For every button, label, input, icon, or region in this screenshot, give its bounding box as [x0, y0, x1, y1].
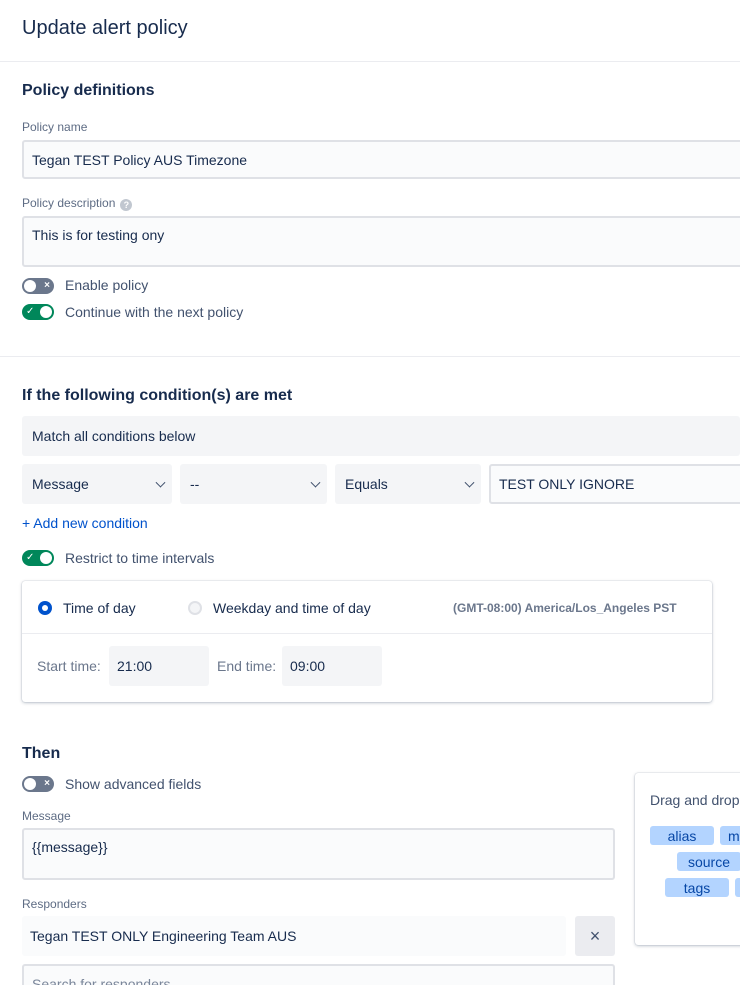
timezone-label: (GMT-08:00) America/Los_Angeles PST	[453, 601, 677, 615]
then-title: Then	[22, 745, 61, 762]
policy-description-value: This is for testing ony	[32, 227, 165, 243]
placeholder-chip-alias[interactable]: alias	[650, 826, 714, 845]
end-time-value: 09:00	[290, 658, 326, 674]
responders-label: Responders	[22, 897, 87, 911]
drag-drop-title: Drag and drop	[650, 792, 740, 808]
placeholder-chip-extra[interactable]	[735, 878, 740, 897]
show-advanced-fields-label: Show advanced fields	[65, 776, 202, 792]
match-mode-value: Match all conditions below	[32, 428, 196, 444]
chevron-down-icon	[310, 477, 321, 488]
restrict-time-toggle[interactable]: ✓	[22, 550, 54, 566]
condition-operator-select[interactable]: Equals	[335, 464, 481, 504]
toggle-on-check-icon: ✓	[26, 552, 35, 563]
continue-next-policy-label: Continue with the next policy	[65, 304, 244, 320]
placeholder-chip-message[interactable]: m	[720, 826, 740, 845]
toggle-knob	[24, 280, 36, 292]
policy-name-value: Tegan TEST Policy AUS Timezone	[32, 151, 248, 168]
start-time-label: Start time:	[37, 658, 101, 674]
condition-not-select[interactable]: --	[180, 464, 327, 504]
toggle-off-cross-icon: ×	[44, 280, 50, 291]
time-interval-card: Time of day Weekday and time of day (GMT…	[22, 581, 712, 702]
condition-value-text: TEST ONLY IGNORE	[499, 476, 635, 492]
add-new-condition-link[interactable]: + Add new condition	[22, 515, 148, 531]
time-of-day-radio[interactable]	[38, 601, 52, 615]
policy-description-textarea[interactable]: This is for testing ony	[22, 216, 740, 267]
show-advanced-fields-toggle[interactable]: ×	[22, 776, 54, 792]
continue-next-policy-toggle[interactable]: ✓	[22, 304, 54, 320]
placeholder-chip-tags[interactable]: tags	[665, 878, 729, 897]
message-textarea[interactable]: {{message}}	[22, 828, 615, 880]
start-time-value: 21:00	[117, 658, 153, 674]
toggle-knob	[40, 552, 52, 564]
close-icon: ×	[589, 925, 601, 946]
question-help-icon[interactable]: ?	[120, 199, 133, 211]
conditions-title: If the following condition(s) are met	[22, 387, 293, 404]
toggle-knob	[40, 306, 52, 318]
page-title: Update alert policy	[22, 17, 188, 39]
enable-policy-toggle[interactable]: ×	[22, 278, 54, 294]
end-time-label: End time:	[217, 658, 277, 674]
responders-search-placeholder: Search for responders	[32, 976, 171, 985]
drag-drop-panel: Drag and drop alias m source tags	[635, 773, 740, 945]
weekday-time-radio[interactable]	[188, 601, 202, 615]
responder-name: Tegan TEST ONLY Engineering Team AUS	[30, 928, 297, 944]
time-of-day-label[interactable]: Time of day	[63, 600, 136, 616]
toggle-off-cross-icon: ×	[44, 778, 50, 789]
policy-description-label: Policy description?	[22, 196, 133, 211]
chevron-down-icon	[155, 477, 166, 488]
match-mode-select[interactable]: Match all conditions below	[22, 416, 740, 456]
condition-field-select[interactable]: Message	[22, 464, 172, 504]
placeholder-chip-source[interactable]: source	[677, 852, 740, 871]
policy-name-label: Policy name	[22, 120, 88, 134]
condition-field-value: Message	[32, 476, 89, 492]
remove-responder-button[interactable]: ×	[575, 916, 615, 956]
toggle-knob	[24, 778, 36, 790]
condition-not-value: --	[190, 476, 200, 492]
policy-name-input[interactable]: Tegan TEST Policy AUS Timezone	[22, 140, 740, 179]
start-time-input[interactable]: 21:00	[109, 646, 209, 686]
message-value: {{message}}	[32, 839, 108, 855]
enable-policy-label: Enable policy	[65, 277, 149, 293]
condition-value-input[interactable]: TEST ONLY IGNORE	[489, 464, 740, 504]
toggle-on-check-icon: ✓	[26, 306, 35, 317]
policy-definitions-title: Policy definitions	[22, 82, 155, 99]
message-label: Message	[22, 809, 71, 823]
header-divider	[0, 61, 740, 62]
chevron-down-icon	[464, 477, 475, 488]
restrict-time-label: Restrict to time intervals	[65, 550, 215, 566]
condition-operator-value: Equals	[345, 476, 388, 492]
definitions-divider	[0, 356, 740, 357]
end-time-input[interactable]: 09:00	[282, 646, 382, 686]
responders-search-input[interactable]: Search for responders	[22, 964, 615, 985]
responder-item[interactable]: Tegan TEST ONLY Engineering Team AUS	[22, 916, 566, 956]
weekday-time-label[interactable]: Weekday and time of day	[213, 600, 371, 616]
policy-description-label-text: Policy description	[22, 196, 116, 210]
card-divider	[22, 633, 712, 634]
